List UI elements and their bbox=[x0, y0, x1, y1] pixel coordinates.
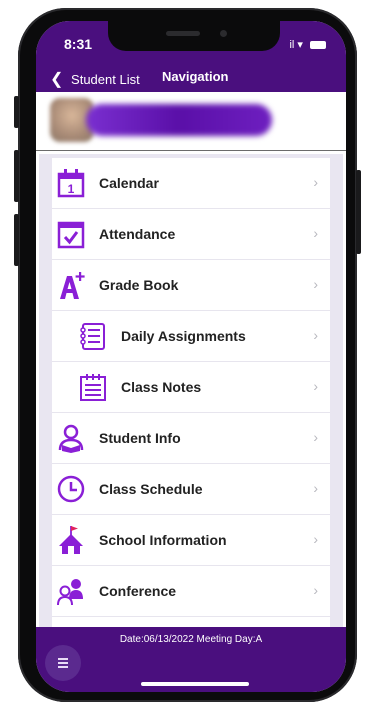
menu-item-grade-book[interactable]: Grade Book › bbox=[52, 260, 330, 311]
camera bbox=[220, 30, 227, 37]
side-button bbox=[14, 96, 19, 128]
menu-item-calendar[interactable]: 1 Calendar › bbox=[52, 158, 330, 209]
back-label: Student List bbox=[71, 72, 140, 87]
nav-header: 8:31 il ▾ ❮ Student List Navigation bbox=[36, 21, 346, 92]
menu-label: Attendance bbox=[99, 226, 176, 242]
school-house-icon bbox=[59, 526, 83, 554]
notes-icon bbox=[80, 374, 106, 401]
conference-icon bbox=[57, 579, 83, 606]
home-indicator bbox=[141, 682, 249, 686]
chevron-right-icon: › bbox=[313, 480, 318, 496]
signal-icon: il bbox=[289, 39, 295, 51]
chevron-right-icon: › bbox=[313, 531, 318, 547]
student-profile[interactable] bbox=[36, 92, 346, 151]
volume-down-button bbox=[14, 214, 19, 266]
screen: 8:31 il ▾ ❮ Student List Navigation 1 Ca… bbox=[36, 21, 346, 692]
chevron-right-icon: › bbox=[313, 429, 318, 445]
chevron-right-icon: › bbox=[313, 582, 318, 598]
menu-label: Student Info bbox=[99, 430, 181, 446]
chevron-right-icon: › bbox=[313, 378, 318, 394]
chevron-right-icon: › bbox=[313, 327, 318, 343]
attendance-check-icon bbox=[57, 221, 85, 249]
assignments-list-icon bbox=[80, 323, 105, 350]
menu-item-daily-assignments[interactable]: Daily Assignments › bbox=[52, 311, 330, 362]
notch bbox=[108, 21, 280, 51]
menu-list: 1 Calendar › Attendance › Grade Book › D… bbox=[52, 158, 330, 627]
menu-item-attendance[interactable]: Attendance › bbox=[52, 209, 330, 260]
bottom-bar: Date:06/13/2022 Meeting Day:A bbox=[36, 627, 346, 692]
menu-label: Daily Assignments bbox=[121, 328, 246, 344]
menu-item-partial[interactable]: A+ bbox=[52, 617, 330, 627]
chevron-right-icon: › bbox=[313, 174, 318, 190]
date-meeting-day: Date:06/13/2022 Meeting Day:A bbox=[119, 634, 263, 645]
chevron-right-icon: › bbox=[313, 276, 318, 292]
status-icons: il ▾ bbox=[289, 38, 326, 51]
hamburger-icon bbox=[58, 658, 68, 660]
battery-icon bbox=[310, 41, 326, 50]
page-title: Navigation bbox=[162, 69, 229, 84]
menu-label: Calendar bbox=[99, 175, 159, 191]
menu-item-student-info[interactable]: Student Info › bbox=[52, 413, 330, 464]
grade-a-plus-icon bbox=[60, 272, 85, 299]
calendar-day-text: 1 bbox=[68, 182, 75, 196]
menu-item-class-notes[interactable]: Class Notes › bbox=[52, 362, 330, 413]
status-time: 8:31 bbox=[64, 36, 93, 52]
menu-label: Class Schedule bbox=[99, 481, 203, 497]
menu-label: Class Notes bbox=[121, 379, 202, 395]
calendar-icon: 1 bbox=[57, 169, 85, 198]
menu-label: Grade Book bbox=[99, 277, 179, 293]
student-reading-icon bbox=[58, 424, 84, 453]
student-name-blurred bbox=[86, 104, 272, 136]
chevron-left-icon: ❮ bbox=[50, 71, 64, 88]
volume-up-button bbox=[14, 150, 19, 202]
speaker bbox=[166, 31, 200, 36]
wifi-icon: ▾ bbox=[297, 39, 303, 51]
chevron-right-icon: › bbox=[313, 225, 318, 241]
clock-icon bbox=[57, 475, 85, 503]
power-button bbox=[356, 170, 361, 254]
back-button[interactable]: ❮ Student List bbox=[50, 69, 140, 89]
menu-label: Conference bbox=[99, 583, 177, 599]
navigation-menu: 1 Calendar › Attendance › Grade Book › D… bbox=[39, 154, 343, 627]
menu-item-conference[interactable]: Conference › bbox=[52, 566, 330, 617]
menu-label: School Information bbox=[99, 532, 227, 548]
menu-item-school-information[interactable]: School Information › bbox=[52, 515, 330, 566]
menu-button[interactable] bbox=[45, 645, 81, 681]
menu-item-class-schedule[interactable]: Class Schedule › bbox=[52, 464, 330, 515]
